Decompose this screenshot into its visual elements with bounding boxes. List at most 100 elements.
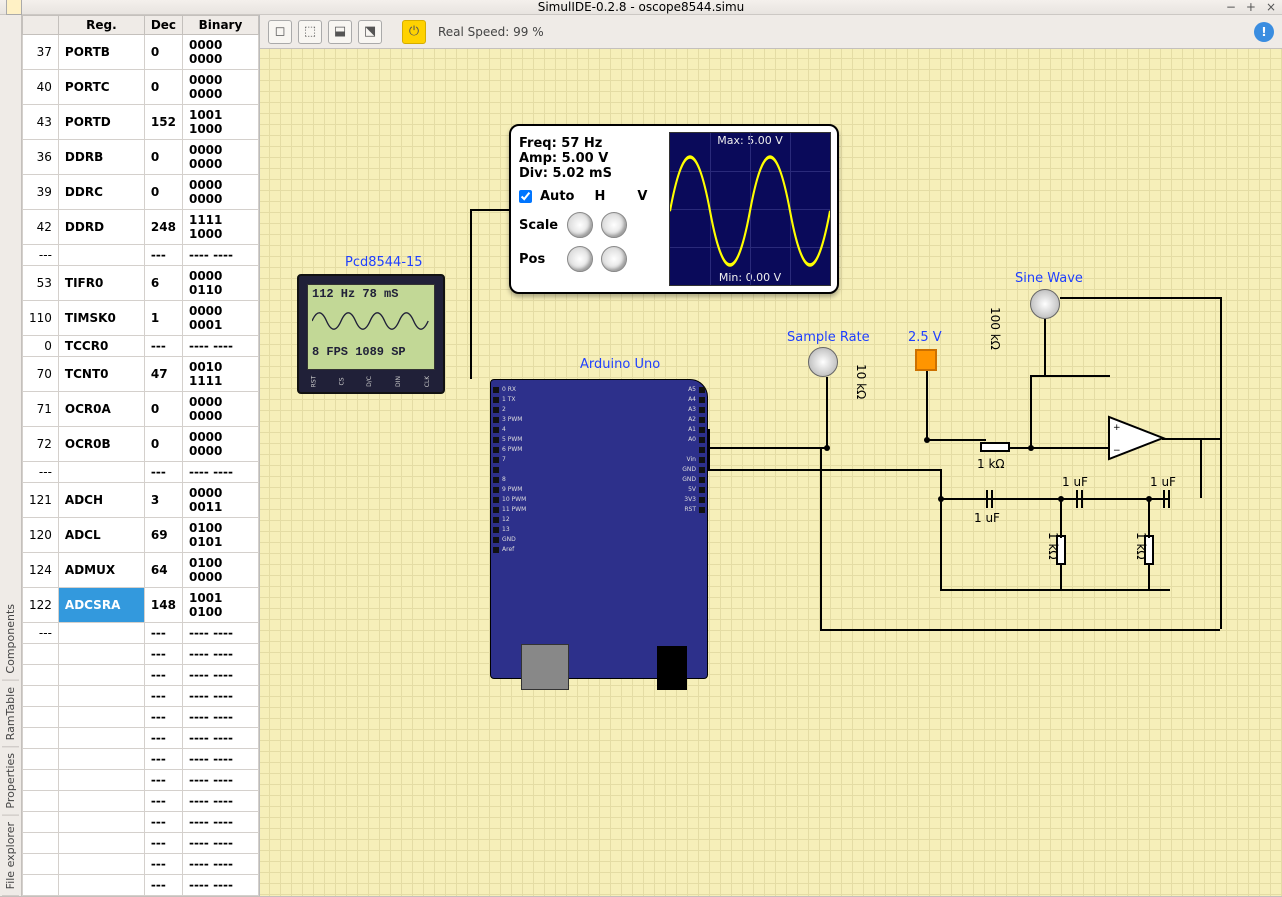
tab-components[interactable]: Components <box>2 598 19 681</box>
open-button[interactable]: ⬚ <box>298 20 322 44</box>
circuit-canvas[interactable]: Freq: 57 Hz Amp: 5.00 V Div: 5.02 mS Aut… <box>260 49 1282 896</box>
pcd-label: Pcd8544-15 <box>345 255 423 270</box>
scope-h-label: H <box>594 189 605 204</box>
close-button[interactable]: × <box>1266 0 1276 14</box>
table-row[interactable]: 124ADMUX640100 0000 <box>23 553 259 588</box>
table-row[interactable]: ---------- ---- <box>23 462 259 483</box>
opamp[interactable]: + − <box>1107 415 1167 461</box>
table-row[interactable]: ------- ---- <box>23 707 259 728</box>
table-row[interactable]: 53TIFR060000 0110 <box>23 266 259 301</box>
uno-label: Arduino Uno <box>580 357 660 372</box>
table-row[interactable]: ------- ---- <box>23 812 259 833</box>
arduino-uno[interactable]: 0 RX1 TX23 PWM45 PWM6 PWM789 PWM10 PWM11… <box>490 379 708 679</box>
sine-wave-pot[interactable] <box>1030 289 1060 319</box>
saveas-button[interactable]: ⬔ <box>358 20 382 44</box>
window-title: SimulIDE-0.2.8 - oscope8544.simu <box>538 0 745 14</box>
table-row[interactable]: ---------- ---- <box>23 245 259 266</box>
tab-file-explorer[interactable]: File explorer <box>2 816 19 896</box>
minimize-button[interactable]: − <box>1226 0 1236 14</box>
r1k-a[interactable] <box>980 442 1010 452</box>
scale-v-knob[interactable] <box>601 212 627 238</box>
table-row[interactable]: ------- ---- <box>23 644 259 665</box>
table-row[interactable]: ------- ---- <box>23 770 259 791</box>
scope-div: Div: 5.02 mS <box>519 166 612 181</box>
titlebar: SimulIDE-0.2.8 - oscope8544.simu − + × <box>0 0 1282 15</box>
pcd-line2: 8 FPS 1089 SP <box>312 345 430 359</box>
table-row[interactable]: 121ADCH30000 0011 <box>23 483 259 518</box>
col-addr <box>23 16 59 35</box>
r100k-label: 100 kΩ <box>988 307 1002 350</box>
table-row[interactable]: ------- ---- <box>23 833 259 854</box>
table-row[interactable]: 36DDRB00000 0000 <box>23 140 259 175</box>
r10k-label: 10 kΩ <box>854 364 868 399</box>
app-icon <box>6 0 22 15</box>
pos-v-knob[interactable] <box>601 246 627 272</box>
oscilloscope[interactable]: Freq: 57 Hz Amp: 5.00 V Div: 5.02 mS Aut… <box>509 124 839 294</box>
tab-properties[interactable]: Properties <box>2 747 19 816</box>
maximize-button[interactable]: + <box>1246 0 1256 14</box>
tab-ramtable[interactable]: RamTable <box>2 681 19 747</box>
table-row[interactable]: 122ADCSRA1481001 0100 <box>23 588 259 623</box>
col-dec: Dec <box>144 16 182 35</box>
scope-auto-check[interactable] <box>519 190 532 203</box>
table-row[interactable]: 70TCNT0470010 1111 <box>23 357 259 392</box>
table-row[interactable]: 40PORTC00000 0000 <box>23 70 259 105</box>
table-row[interactable]: ------- ---- <box>23 854 259 875</box>
table-row[interactable]: 39DDRC00000 0000 <box>23 175 259 210</box>
save-button[interactable]: ⬓ <box>328 20 352 44</box>
toolbar: ◻ ⬚ ⬓ ⬔ ⏻ Real Speed: 99 % ! <box>260 15 1282 49</box>
scope-screen: Max: 5.00 V Min: 0.00 V <box>669 132 831 286</box>
table-row[interactable]: 110TIMSK010000 0001 <box>23 301 259 336</box>
table-row[interactable]: ------- ---- <box>23 791 259 812</box>
r1k-c-label: 1 kΩ <box>1134 532 1148 560</box>
sample-rate-pot[interactable] <box>808 347 838 377</box>
usb-port <box>521 644 569 690</box>
new-button[interactable]: ◻ <box>268 20 292 44</box>
cap-b-label: 1 uF <box>1062 475 1088 489</box>
pcd-line1: 112 Hz 78 mS <box>312 287 430 301</box>
col-reg: Reg. <box>58 16 144 35</box>
v25-label: 2.5 V <box>908 330 942 345</box>
col-bin: Binary <box>182 16 258 35</box>
register-table[interactable]: Reg. Dec Binary 37PORTB00000 000040PORTC… <box>22 15 259 896</box>
table-row[interactable]: ------- ---- <box>23 665 259 686</box>
table-row[interactable]: ---------- ---- <box>23 623 259 644</box>
table-row[interactable]: 0TCCR0------- ---- <box>23 336 259 357</box>
r1k-b-label: 1 kΩ <box>1046 532 1060 560</box>
scope-auto-label: Auto <box>540 189 574 204</box>
table-row[interactable]: ------- ---- <box>23 686 259 707</box>
sample-rate-label: Sample Rate <box>787 330 870 345</box>
scope-pos-label: Pos <box>519 252 559 267</box>
run-button[interactable]: ⏻ <box>402 20 426 44</box>
pcd-screen: 112 Hz 78 mS 8 FPS 1089 SP <box>307 284 435 370</box>
info-icon[interactable]: ! <box>1254 22 1274 42</box>
sine-wave-label: Sine Wave <box>1015 271 1083 286</box>
cap-a-label: 1 uF <box>974 511 1000 525</box>
left-tabs: File explorer Properties RamTable Compon… <box>0 15 22 896</box>
r1k-a-label: 1 kΩ <box>977 457 1005 471</box>
cap-c-label: 1 uF <box>1150 475 1176 489</box>
scope-amp: Amp: 5.00 V <box>519 151 608 166</box>
table-row[interactable]: 37PORTB00000 0000 <box>23 35 259 70</box>
scope-freq: Freq: 57 Hz <box>519 136 602 151</box>
svg-text:+: + <box>1113 423 1121 433</box>
power-jack <box>657 646 687 690</box>
voltage-source[interactable] <box>915 349 937 371</box>
pcd8544-component[interactable]: 112 Hz 78 mS 8 FPS 1089 SP RSTCSD/CDINCL… <box>297 274 445 394</box>
table-row[interactable]: 43PORTD1521001 1000 <box>23 105 259 140</box>
table-row[interactable]: ------- ---- <box>23 728 259 749</box>
table-row[interactable]: ------- ---- <box>23 749 259 770</box>
register-panel: Reg. Dec Binary 37PORTB00000 000040PORTC… <box>22 15 260 896</box>
table-row[interactable]: 42DDRD2481111 1000 <box>23 210 259 245</box>
table-row[interactable]: ------- ---- <box>23 875 259 896</box>
pos-h-knob[interactable] <box>567 246 593 272</box>
table-row[interactable]: 120ADCL690100 0101 <box>23 518 259 553</box>
scale-h-knob[interactable] <box>567 212 593 238</box>
table-row[interactable]: 71OCR0A00000 0000 <box>23 392 259 427</box>
scope-scale-label: Scale <box>519 218 559 233</box>
table-row[interactable]: 72OCR0B00000 0000 <box>23 427 259 462</box>
speed-label: Real Speed: 99 % <box>438 25 544 39</box>
pcd-pins: RSTCSD/CDINCLK <box>299 378 443 392</box>
svg-text:−: − <box>1113 446 1121 456</box>
scope-v-label: V <box>637 189 647 204</box>
